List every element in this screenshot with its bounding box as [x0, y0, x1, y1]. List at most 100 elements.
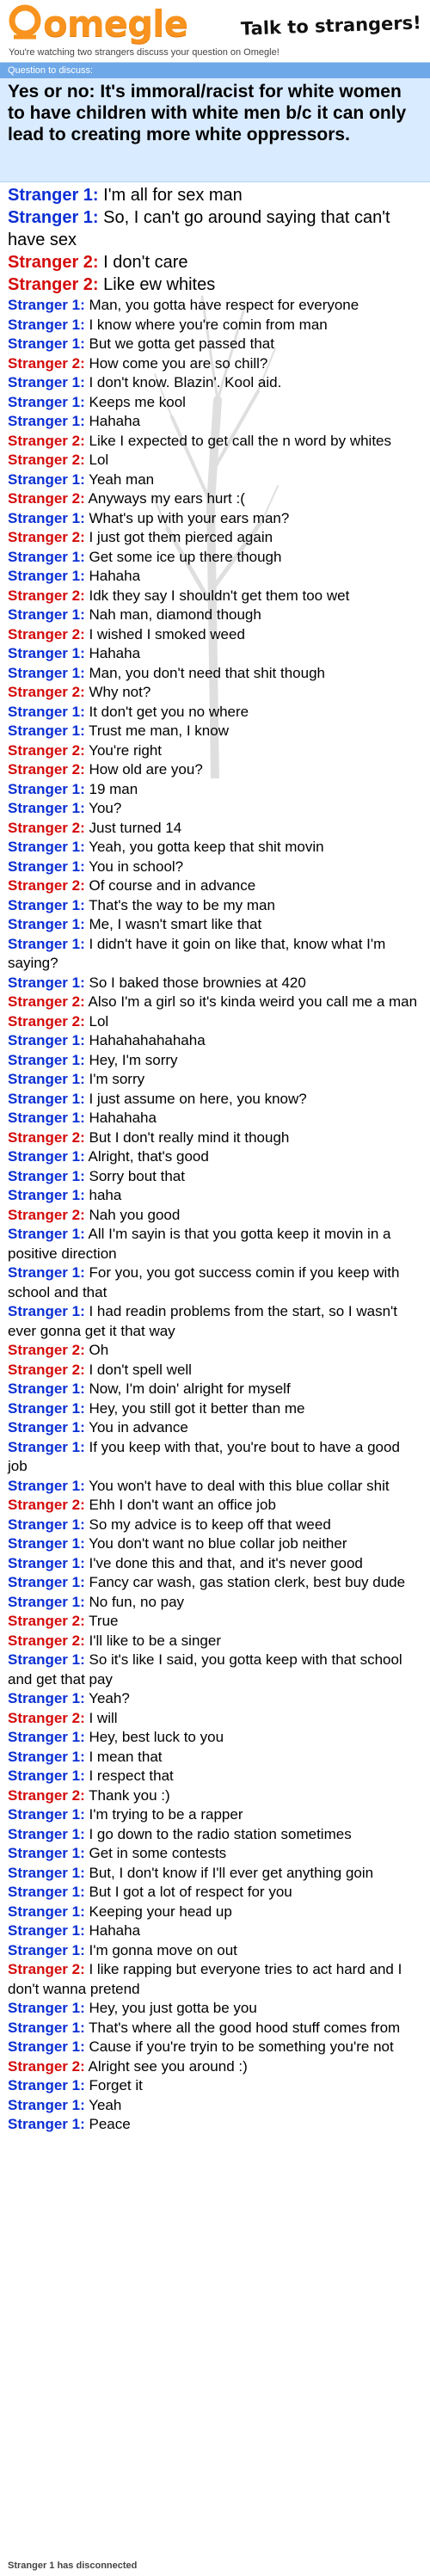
- message-text: Lol: [89, 1012, 109, 1030]
- stranger2-label: Stranger 2:: [8, 761, 85, 778]
- message-text: Sorry bout that: [89, 1167, 185, 1184]
- chat-message: Stranger 2: Nah you good: [8, 1206, 422, 1226]
- chat-message: Stranger 1: I'm gonna move on out: [8, 1941, 422, 1961]
- stranger2-label: Stranger 2:: [8, 877, 85, 894]
- message-text: I'm sorry: [89, 1071, 145, 1087]
- stranger1-label: Stranger 1:: [8, 1090, 85, 1107]
- message-text: You in advance: [89, 1419, 188, 1436]
- chat-message: Stranger 1: You in school?: [8, 858, 422, 877]
- stranger1-label: Stranger 1:: [8, 664, 85, 681]
- message-text: Man, you gotta have respect for everyone: [89, 297, 359, 313]
- stranger2-label: Stranger 2:: [8, 1012, 85, 1030]
- message-text: Hey, you just gotta be you: [89, 2000, 257, 2016]
- chat-message: Stranger 1: Yeah man: [8, 470, 422, 490]
- chat-message: Stranger 1: Hey, best luck to you: [8, 1728, 422, 1748]
- chat-message: Stranger 2: Lol: [8, 451, 422, 470]
- message-text: Cause if you're tryin to be something yo…: [89, 2038, 394, 2055]
- tagline: Talk to strangers!: [240, 12, 422, 40]
- stranger1-label: Stranger 1:: [8, 1845, 85, 1861]
- message-text: Hey, you still got it better than me: [89, 1399, 305, 1417]
- message-text: Me, I wasn't smart like that: [89, 916, 262, 932]
- chat-message: Stranger 2: Of course and in advance: [8, 876, 422, 896]
- stranger1-label: Stranger 1:: [8, 1574, 85, 1590]
- stranger1-label: Stranger 1:: [8, 208, 99, 227]
- message-text: Just turned 14: [89, 819, 182, 836]
- chat-message: Stranger 2: I wished I smoked weed: [8, 625, 422, 645]
- stranger1-label: Stranger 1:: [8, 335, 85, 352]
- message-text: Peace: [89, 2116, 131, 2132]
- message-text: I will: [89, 1709, 118, 1726]
- stranger1-label: Stranger 1:: [8, 1032, 85, 1048]
- message-text: Hahaha: [89, 1922, 141, 1939]
- message-text: Yeah, you gotta keep that shit movin: [89, 839, 324, 855]
- stranger1-label: Stranger 1:: [8, 1051, 85, 1068]
- stranger1-label: Stranger 1:: [8, 1864, 85, 1881]
- stranger2-label: Stranger 2:: [8, 275, 99, 294]
- message-text: I wished I smoked weed: [89, 625, 245, 642]
- chat-message: Stranger 1: That's the way to be my man: [8, 896, 422, 916]
- message-text: Yeah: [89, 2096, 122, 2113]
- chat-message: Stranger 2: Anyways my ears hurt :(: [8, 489, 422, 509]
- chat-message: Stranger 1: I didn't have it goin on lik…: [8, 935, 422, 974]
- message-text: I'll like to be a singer: [89, 1632, 221, 1649]
- stranger1-label: Stranger 1:: [8, 1535, 85, 1552]
- message-text: Yeah man: [89, 470, 155, 488]
- stranger2-label: Stranger 2:: [8, 1632, 85, 1649]
- chat-message: Stranger 1: Man, you don't need that shi…: [8, 664, 422, 684]
- chat-message: Stranger 2: Just turned 14: [8, 819, 422, 839]
- chat-message: Stranger 1: Man, you gotta have respect …: [8, 296, 422, 316]
- chat-message: Stranger 1: No fun, no pay: [8, 1593, 422, 1613]
- message-text: How old are you?: [89, 761, 203, 778]
- chat-message: Stranger 2: Lol: [8, 1012, 422, 1032]
- message-text: Get in some contests: [89, 1845, 227, 1861]
- message-text: It don't get you no where: [89, 703, 249, 720]
- question-box: Question to discuss: Yes or no: It's imm…: [0, 62, 430, 182]
- chat-message: Stranger 1: I mean that: [8, 1748, 422, 1768]
- chat-message: Stranger 1: Get some ice up there though: [8, 548, 422, 568]
- message-text: That's where all the good hood stuff com…: [89, 2019, 401, 2036]
- stranger1-label: Stranger 1:: [8, 1419, 85, 1436]
- chat-message: Stranger 1: I've done this and that, and…: [8, 1554, 422, 1574]
- message-text: Of course and in advance: [89, 877, 256, 894]
- chat-message: Stranger 1: I go down to the radio stati…: [8, 1825, 422, 1845]
- stranger2-label: Stranger 2:: [8, 741, 85, 759]
- chat-message: Stranger 1: Hey, you still got it better…: [8, 1399, 422, 1419]
- stranger1-label: Stranger 1:: [8, 1825, 85, 1842]
- stranger1-label: Stranger 1:: [8, 548, 85, 565]
- message-text: I'm gonna move on out: [89, 1941, 237, 1958]
- stranger2-label: Stranger 2:: [8, 452, 85, 468]
- stranger1-label: Stranger 1:: [8, 2000, 85, 2016]
- question-text: Yes or no: It's immoral/racist for white…: [8, 82, 407, 144]
- stranger1-label: Stranger 1:: [8, 509, 85, 526]
- message-text: Trust me man, I know: [89, 722, 229, 739]
- chat-message: Stranger 1: Hahaha: [8, 567, 422, 587]
- message-text: Thank you :): [89, 1786, 170, 1804]
- chat-message: Stranger 1: But we gotta get passed that: [8, 335, 422, 354]
- chat-message: Stranger 2: Oh: [8, 1341, 422, 1361]
- message-text: I don't know. Blazin'. Kool aid.: [89, 374, 282, 390]
- stranger2-label: Stranger 2:: [8, 529, 85, 545]
- stranger1-label: Stranger 1:: [8, 413, 85, 429]
- chat-message: Stranger 1: If you keep with that, you'r…: [8, 1438, 422, 1477]
- message-text: I'm all for sex man: [103, 186, 243, 205]
- message-text: That's the way to be my man: [89, 896, 275, 913]
- chat-message: Stranger 2: Also I'm a girl so it's kind…: [8, 993, 422, 1012]
- chat-message: Stranger 2: Alright see you around :): [8, 2057, 422, 2077]
- chat-message: Stranger 1: Fancy car wash, gas station …: [8, 1573, 422, 1593]
- chat-message: Stranger 2: True: [8, 1612, 422, 1632]
- chat-message: Stranger 1: Keeps me kool: [8, 393, 422, 413]
- message-text: You in school?: [89, 858, 184, 875]
- stranger1-label: Stranger 1:: [8, 1941, 85, 1958]
- omegle-logo[interactable]: omegle: [9, 2, 188, 45]
- stranger1-label: Stranger 1:: [8, 2019, 85, 2036]
- message-text: Hahahaha: [89, 1110, 157, 1126]
- chat-message: Stranger 2: How old are you?: [8, 760, 422, 780]
- logo-text: omegle: [43, 2, 188, 45]
- stranger1-label: Stranger 1:: [8, 1593, 85, 1610]
- stranger1-label: Stranger 1:: [8, 1167, 85, 1184]
- chat-message: Stranger 1: I don't know. Blazin'. Kool …: [8, 373, 422, 393]
- stranger1-label: Stranger 1:: [8, 1748, 85, 1765]
- stranger1-label: Stranger 1:: [8, 2096, 85, 2113]
- chat-message: Stranger 2: I don't care: [8, 251, 422, 274]
- stranger2-label: Stranger 2:: [8, 1128, 85, 1146]
